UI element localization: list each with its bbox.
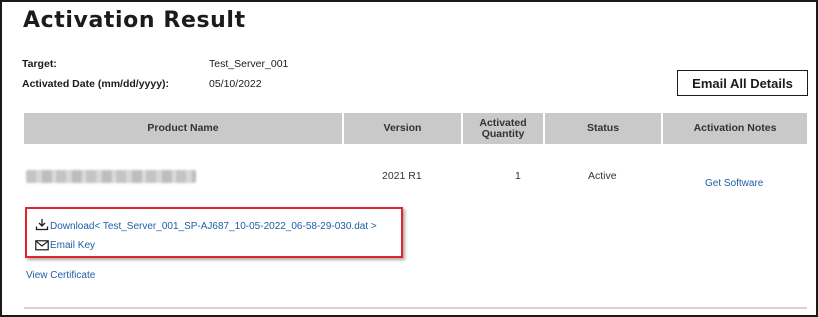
- activated-date-value: 05/10/2022: [209, 78, 262, 90]
- get-software-link[interactable]: Get Software: [705, 178, 763, 189]
- page-title: Activation Result: [23, 8, 246, 33]
- target-label: Target:: [22, 58, 57, 70]
- email-all-details-button[interactable]: Email All Details: [677, 70, 808, 96]
- quantity-cell: 1: [515, 170, 521, 182]
- view-certificate-link[interactable]: View Certificate: [26, 270, 95, 281]
- target-value: Test_Server_001: [209, 58, 289, 70]
- table-bottom-divider: [24, 307, 807, 309]
- table-header: Product Name Version Activated Quantity …: [24, 113, 807, 144]
- column-header-status: Status: [545, 113, 663, 144]
- column-header-version: Version: [344, 113, 463, 144]
- column-header-activated-quantity: Activated Quantity: [463, 113, 545, 144]
- version-cell: 2021 R1: [382, 170, 422, 182]
- column-header-activation-notes: Activation Notes: [693, 122, 777, 134]
- status-cell: Active: [588, 170, 617, 182]
- download-icon: [35, 218, 49, 231]
- product-name-cell-redacted: [26, 170, 196, 183]
- column-header-product-name: Product Name: [24, 113, 344, 144]
- email-key-row[interactable]: Email Key: [35, 236, 95, 251]
- activation-result-panel: Activation Result Target: Test_Server_00…: [0, 0, 818, 317]
- download-row[interactable]: Download< Test_Server_001_SP-AJ687_10-05…: [35, 216, 377, 232]
- download-dat-file-link[interactable]: Download< Test_Server_001_SP-AJ687_10-05…: [50, 221, 377, 232]
- email-key-link[interactable]: Email Key: [50, 240, 95, 251]
- activated-date-label: Activated Date (mm/dd/yyyy):: [22, 78, 170, 90]
- envelope-icon: [35, 238, 49, 251]
